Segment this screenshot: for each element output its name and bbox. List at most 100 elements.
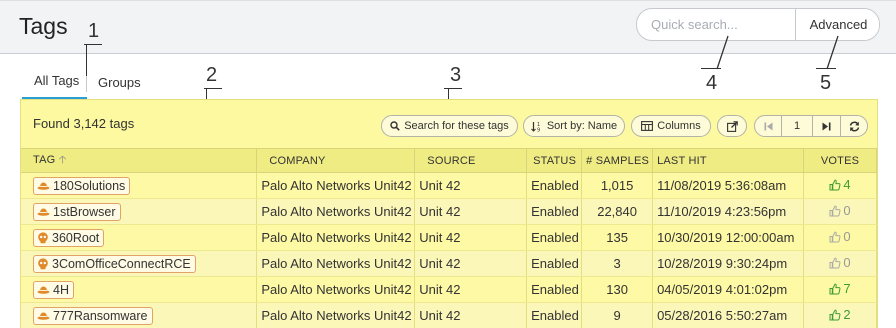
last-page-icon	[822, 122, 831, 130]
vote-button[interactable]: 7	[829, 281, 851, 297]
vote-count: 2	[843, 307, 851, 323]
cell-company: Palo Alto Networks Unit42	[256, 172, 416, 199]
vote-count: 7	[843, 281, 851, 297]
table-row[interactable]: 180Solutions Palo Alto Networks Unit42 Uni…	[21, 172, 877, 199]
first-page-icon	[764, 122, 772, 130]
tab-all-tags[interactable]: All Tags	[22, 64, 87, 100]
vote-count: 0	[843, 229, 851, 245]
cell-samples: 22,840	[581, 198, 654, 225]
vote-button[interactable]: 2	[829, 307, 851, 323]
cell-company: Palo Alto Networks Unit42	[256, 276, 416, 303]
table-row[interactable]: 3ComOfficeConnectRCE Palo Alto Networks U…	[21, 250, 877, 277]
table-row[interactable]: 360Root Palo Alto Networks Unit42 Unit 42 E…	[21, 224, 877, 251]
hat-icon	[37, 311, 50, 320]
cell-samples: 1,015	[581, 172, 654, 199]
annotation-3: 3	[450, 64, 462, 86]
cell-company: Palo Alto Networks Unit42	[256, 250, 416, 277]
cell-last-hit: 11/08/2019 5:36:08am	[652, 172, 805, 199]
cell-tag: 360Root	[21, 224, 258, 251]
export-button[interactable]	[717, 115, 747, 137]
cell-votes: 0	[803, 198, 877, 225]
cell-votes: 2	[803, 302, 877, 328]
cell-source: Unit 42	[414, 250, 528, 277]
tag-chip[interactable]: 777Ransomware	[33, 306, 153, 325]
cell-company: Palo Alto Networks Unit42	[256, 224, 416, 251]
tags-table: TAG 🡡 COMPANY SOURCE STATUS # SAMPLES LA…	[21, 148, 877, 328]
hat-icon	[37, 285, 50, 294]
cell-tag: 1stBrowser	[21, 198, 258, 225]
annotation-5-pointer	[826, 35, 839, 70]
tag-chip[interactable]: 4H	[33, 280, 74, 299]
annotation-1: 1	[88, 20, 100, 42]
vote-count: 0	[843, 203, 851, 219]
cell-votes: 4	[803, 172, 877, 199]
cell-source: Unit 42	[414, 172, 528, 199]
tab-all-tags-label: All Tags	[34, 73, 80, 88]
table-row[interactable]: 1stBrowser Palo Alto Networks Unit42 Unit …	[21, 198, 877, 225]
thumbs-up-icon	[829, 231, 841, 243]
cell-tag: 777Ransomware	[21, 302, 258, 328]
refresh-button[interactable]	[841, 116, 867, 136]
vote-button[interactable]: 0	[829, 229, 851, 245]
table-row[interactable]: 777Ransomware Palo Alto Networks Unit42 Un…	[21, 302, 877, 328]
column-header-status[interactable]: STATUS	[526, 148, 583, 173]
vote-button[interactable]: 4	[829, 177, 851, 192]
refresh-icon	[849, 121, 860, 131]
tab-divider	[86, 76, 87, 92]
cell-tag: 3ComOfficeConnectRCE	[21, 250, 258, 277]
cell-tag: 4H	[21, 276, 258, 303]
column-header-tag-label: TAG	[33, 154, 56, 166]
cell-samples: 135	[581, 224, 654, 251]
cell-source: Unit 42	[414, 302, 528, 328]
cell-status: Enabled	[526, 302, 583, 328]
column-header-company[interactable]: COMPANY	[256, 148, 416, 173]
thumbs-up-icon	[829, 283, 841, 295]
column-header-source[interactable]: SOURCE	[414, 148, 528, 173]
page-header: Tags Advanced	[0, 0, 896, 54]
column-header-last-hit[interactable]: LAST HIT	[652, 148, 805, 173]
last-page-button[interactable]	[813, 116, 840, 136]
first-page-button[interactable]	[755, 116, 781, 136]
tag-name: 1stBrowser	[53, 204, 116, 219]
tag-chip[interactable]: 360Root	[33, 228, 105, 247]
annotation-4-pointer	[716, 35, 729, 70]
annotation-4: 4	[706, 72, 718, 94]
table-header-row: TAG 🡡 COMPANY SOURCE STATUS # SAMPLES LA…	[21, 148, 877, 173]
quick-search-box: Advanced	[636, 8, 880, 41]
search-these-tags-button[interactable]: Search for these tags	[381, 115, 518, 137]
cell-votes: 0	[803, 224, 877, 251]
tag-chip[interactable]: 1stBrowser	[33, 202, 121, 221]
column-header-samples[interactable]: # SAMPLES	[581, 148, 654, 173]
cell-status: Enabled	[526, 224, 583, 251]
column-header-votes[interactable]: VOTES	[803, 148, 877, 173]
cell-votes: 0	[803, 250, 877, 277]
tag-name: 4H	[53, 282, 69, 297]
magnifier-icon	[390, 121, 400, 131]
table-row[interactable]: 4H Palo Alto Networks Unit42 Unit 42 Enable…	[21, 276, 877, 303]
cell-samples: 3	[581, 250, 654, 277]
search-these-tags-label: Search for these tags	[404, 120, 509, 132]
column-header-tag[interactable]: TAG 🡡	[21, 148, 258, 173]
page-title: Tags	[19, 13, 68, 39]
annotation-2: 2	[206, 64, 218, 86]
thumbs-up-icon	[829, 257, 841, 269]
cell-status: Enabled	[526, 276, 583, 303]
tag-chip[interactable]: 3ComOfficeConnectRCE	[33, 254, 196, 273]
cell-last-hit: 10/28/2019 9:30:24pm	[652, 250, 805, 277]
hat-icon	[37, 207, 50, 216]
cell-tag: 180Solutions	[21, 172, 258, 199]
hat-icon	[37, 181, 50, 190]
cell-votes: 7	[803, 276, 877, 303]
cell-last-hit: 04/05/2019 4:01:02pm	[652, 276, 805, 303]
sort-button[interactable]: 19 Sort by: Name	[523, 115, 625, 137]
vote-button[interactable]: 0	[829, 255, 851, 270]
columns-button[interactable]: Columns	[631, 115, 711, 137]
annotation-5: 5	[820, 72, 832, 94]
cell-source: Unit 42	[414, 198, 528, 225]
tag-chip[interactable]: 180Solutions	[33, 176, 131, 195]
sort-label: Sort by: Name	[546, 120, 618, 132]
vote-button[interactable]: 0	[829, 203, 851, 219]
page-number-input[interactable]: 1	[782, 116, 812, 136]
tab-groups-label: Groups	[98, 74, 141, 90]
tab-groups[interactable]: Groups	[98, 64, 141, 100]
